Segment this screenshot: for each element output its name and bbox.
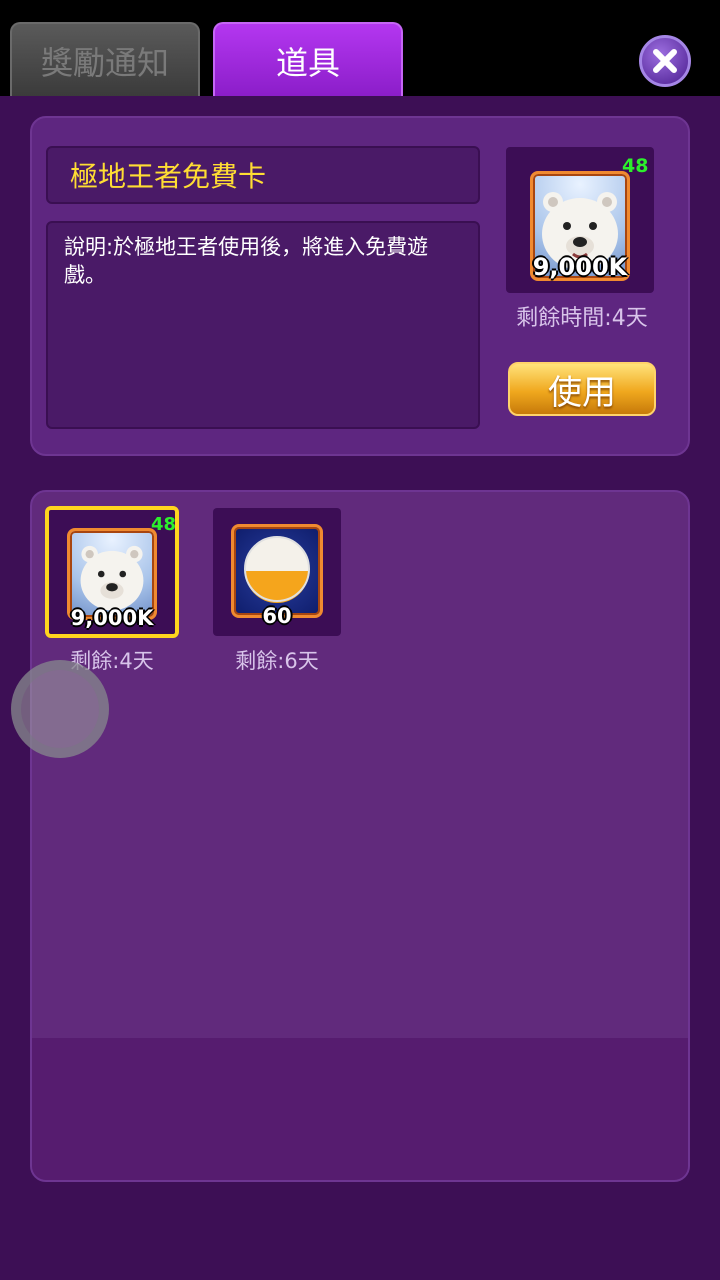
selected-item-remaining: 剩餘時間:4天	[516, 306, 648, 331]
top-bar: 獎勵通知 道具	[0, 0, 720, 98]
inventory-item-1-value: 9,000K	[70, 606, 154, 630]
inventory-item-1-quantity: 48	[151, 514, 177, 535]
orb-art	[244, 536, 310, 603]
touch-indicator	[11, 660, 109, 758]
inventory-item-1[interactable]: 48 9,000K	[45, 506, 179, 638]
tab-rewards-label: 獎勵通知	[40, 44, 169, 82]
selected-item-quantity: 48	[622, 155, 649, 177]
inventory-item-2[interactable]: 60	[213, 508, 341, 636]
selected-item-value: 9,000K	[532, 253, 628, 281]
tab-items[interactable]: 道具	[213, 22, 403, 98]
tab-rewards[interactable]: 獎勵通知	[10, 22, 200, 98]
use-button-label: 使用	[548, 372, 616, 413]
use-button[interactable]: 使用	[508, 362, 656, 416]
selected-item-frame: 48 9,000K	[506, 147, 654, 293]
close-button[interactable]	[639, 35, 691, 87]
item-description-box: 說明:於極地王者使用後，將進入免費遊戲。	[46, 221, 480, 429]
inventory-item-2-remaining: 剩餘:6天	[235, 649, 319, 673]
polar-bear-art	[80, 545, 144, 611]
tab-items-label: 道具	[275, 44, 340, 82]
item-title: 極地王者免費卡	[70, 160, 267, 193]
item-title-box: 極地王者免費卡	[46, 146, 480, 204]
inventory-item-2-value: 60	[262, 604, 292, 628]
inventory-footer-area	[32, 1038, 688, 1180]
item-description: 說明:於極地王者使用後，將進入免費遊戲。	[64, 235, 429, 287]
close-icon	[653, 49, 677, 73]
